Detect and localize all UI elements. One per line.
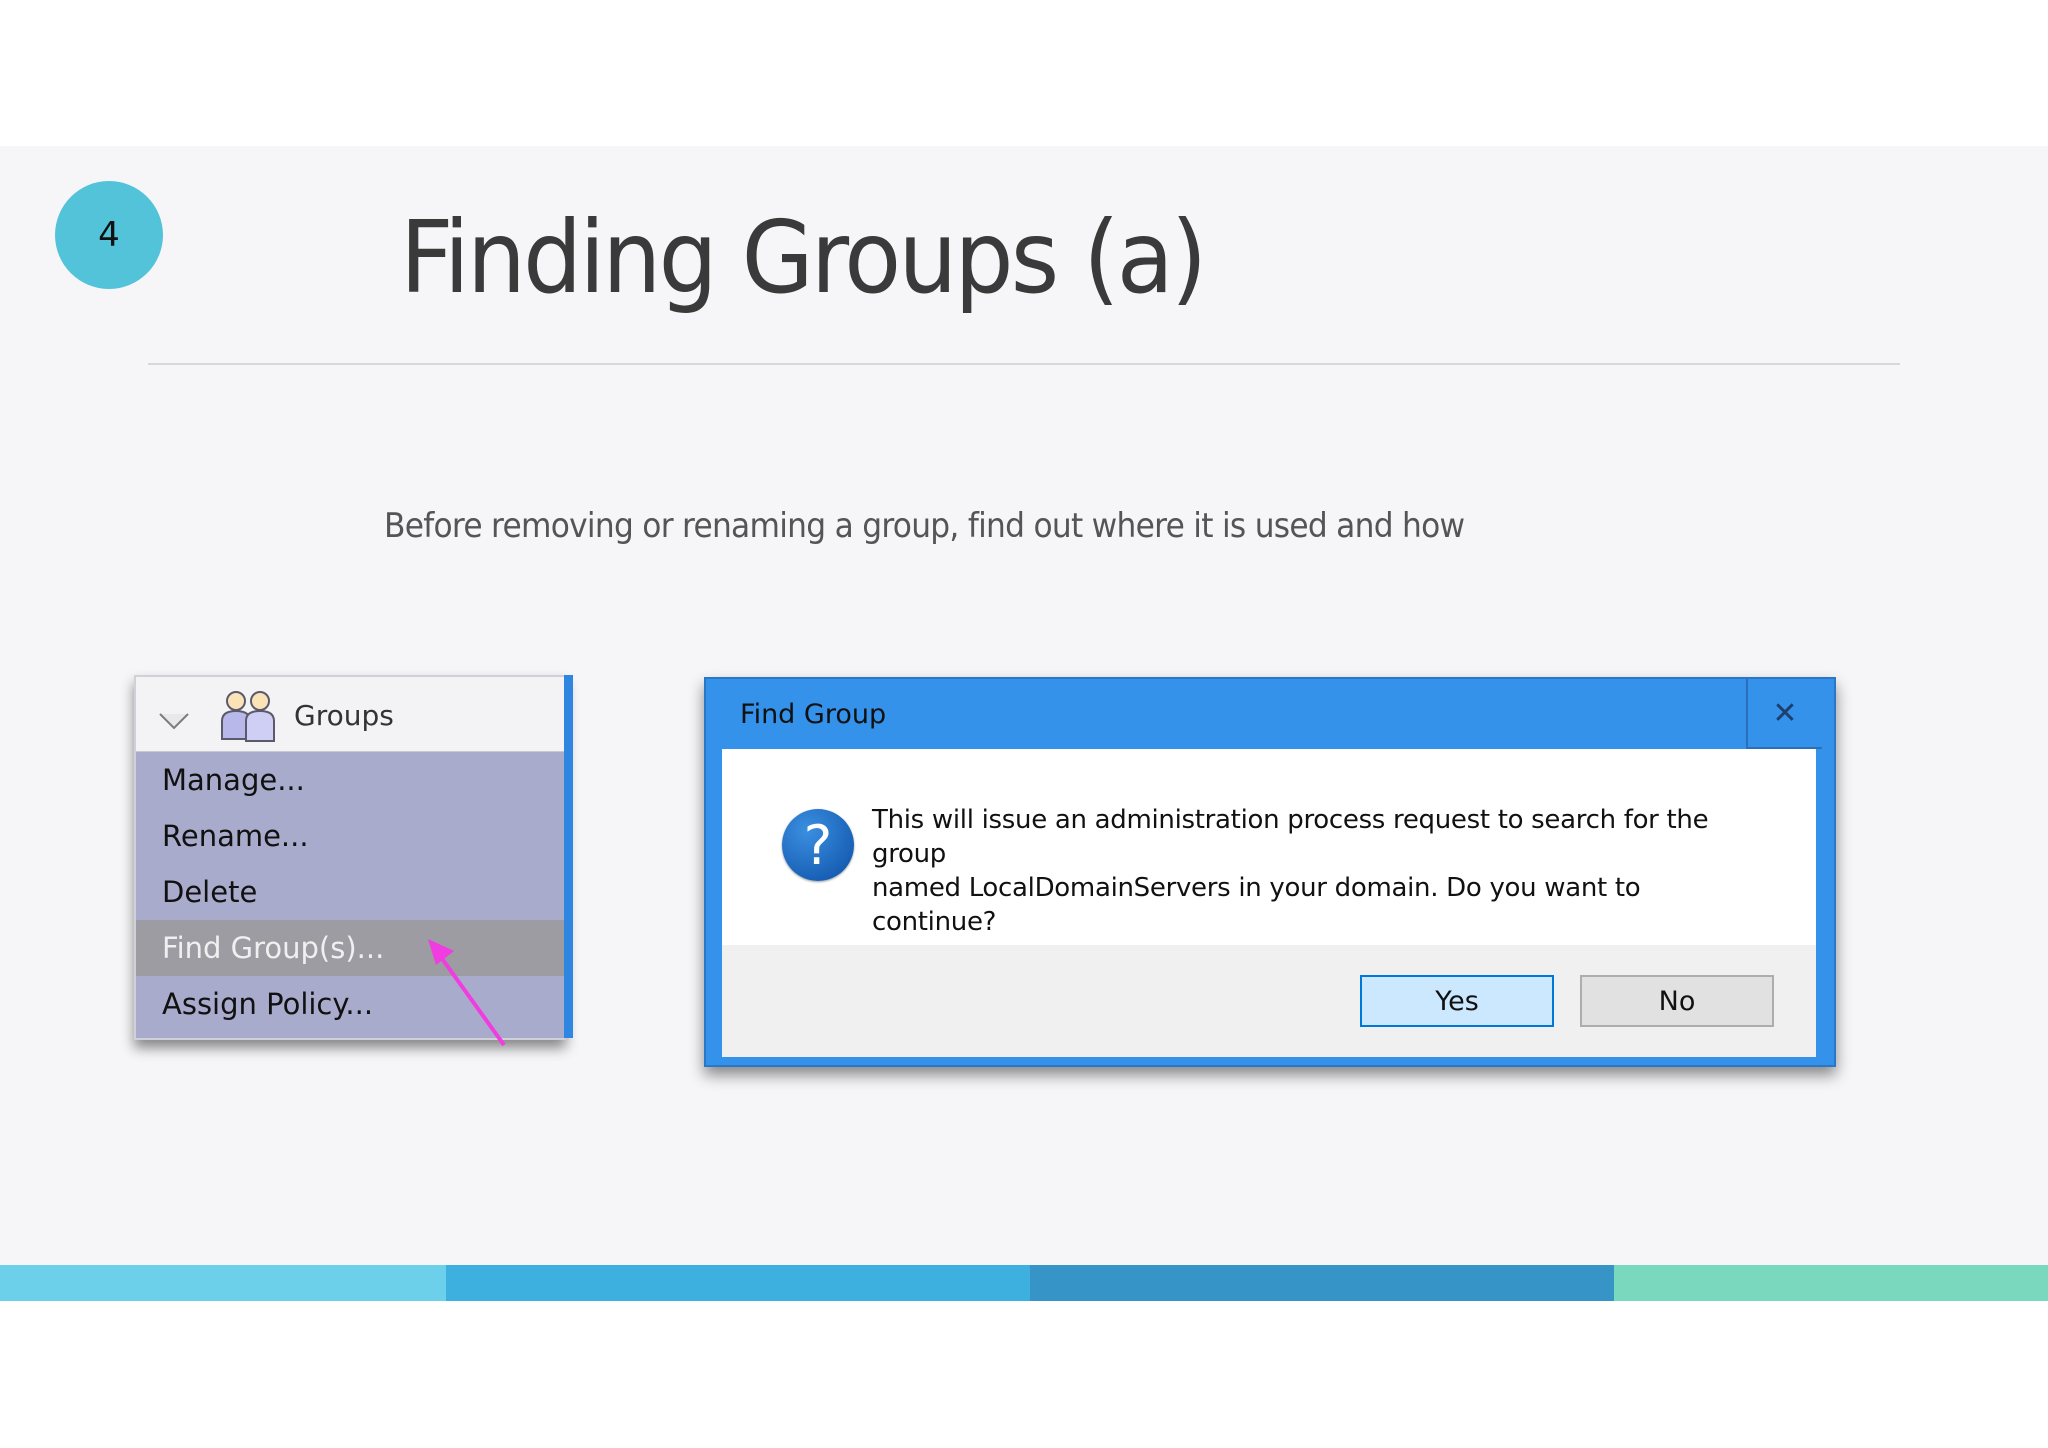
find-group-dialog: Find Group ✕ ? This will issue an admini… bbox=[704, 677, 1836, 1067]
pointer-arrow-annotation bbox=[428, 939, 506, 1047]
dialog-message: This will issue an administration proces… bbox=[872, 803, 1772, 939]
menu-item-manage[interactable]: Manage... bbox=[136, 752, 564, 808]
footer-bar-segment-1 bbox=[0, 1265, 446, 1301]
groups-header-label: Groups bbox=[294, 699, 394, 732]
chevron-down-icon[interactable] bbox=[158, 711, 190, 731]
slide-subtitle: Before removing or renaming a group, fin… bbox=[384, 506, 1465, 546]
groups-section-header[interactable]: Groups bbox=[136, 677, 564, 752]
title-divider bbox=[148, 363, 1900, 365]
dialog-message-line-2: named LocalDomainServers in your domain.… bbox=[872, 873, 1641, 937]
close-icon: ✕ bbox=[1772, 695, 1798, 731]
dialog-close-button[interactable]: ✕ bbox=[1746, 679, 1822, 749]
slide-title: Finding Groups (a) bbox=[400, 199, 1207, 316]
dialog-footer: Yes No bbox=[722, 945, 1816, 1057]
yes-button[interactable]: Yes bbox=[1360, 975, 1554, 1027]
question-icon: ? bbox=[782, 809, 854, 881]
groups-people-icon bbox=[221, 691, 275, 742]
slide-number-badge: 4 bbox=[55, 181, 163, 289]
dialog-message-line-1: This will issue an administration proces… bbox=[872, 805, 1709, 869]
menu-scrollbar-edge bbox=[564, 675, 573, 1038]
footer-bar-segment-3 bbox=[1030, 1265, 1614, 1301]
no-button[interactable]: No bbox=[1580, 975, 1774, 1027]
menu-item-rename[interactable]: Rename... bbox=[136, 808, 564, 864]
menu-item-delete[interactable]: Delete bbox=[136, 864, 564, 920]
footer-bar-segment-2 bbox=[446, 1265, 1030, 1301]
dialog-title: Find Group bbox=[740, 699, 887, 730]
dialog-body: ? This will issue an administration proc… bbox=[722, 749, 1816, 945]
footer-bar-segment-4 bbox=[1614, 1265, 2048, 1301]
